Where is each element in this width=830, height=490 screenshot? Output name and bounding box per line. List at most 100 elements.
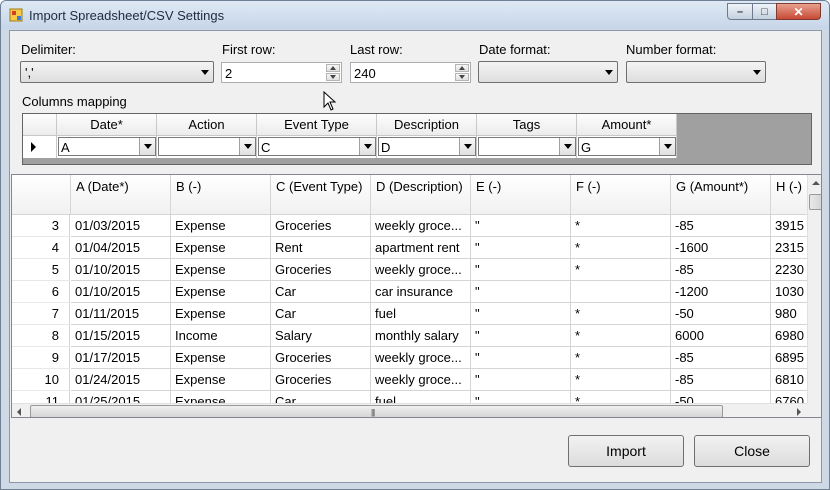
table-cell[interactable]: " (471, 215, 571, 237)
table-cell[interactable]: " (471, 347, 571, 369)
scroll-right-icon[interactable] (790, 404, 807, 417)
table-cell[interactable]: Groceries (271, 347, 371, 369)
table-cell[interactable]: Expense (171, 215, 271, 237)
maximize-button[interactable]: □ (752, 3, 777, 20)
table-cell[interactable]: " (471, 303, 571, 325)
table-cell[interactable]: 01/10/2015 (71, 259, 171, 281)
table-cell[interactable]: Income (171, 325, 271, 347)
first-row-stepper[interactable]: 2 (221, 62, 342, 83)
table-cell[interactable]: * (571, 303, 671, 325)
description-column-select[interactable]: D (378, 137, 476, 156)
first-row-down-button[interactable] (326, 73, 340, 81)
title-bar[interactable]: Import Spreadsheet/CSV Settings – □ ✕ (1, 1, 829, 29)
table-cell[interactable]: " (471, 259, 571, 281)
table-cell[interactable]: Expense (171, 369, 271, 391)
row-number[interactable]: 6 (12, 281, 70, 303)
table-cell[interactable]: -85 (671, 369, 771, 391)
date-format-select[interactable] (478, 61, 618, 83)
table-cell[interactable]: 6810 (771, 369, 811, 391)
minimize-button[interactable]: – (727, 3, 753, 20)
table-row[interactable]: 4 01/04/2015 Expense Rent apartment rent " * -1… (12, 237, 811, 259)
table-cell[interactable]: -85 (671, 259, 771, 281)
table-cell[interactable]: 01/15/2015 (71, 325, 171, 347)
chevron-down-icon[interactable] (359, 138, 375, 155)
row-number[interactable]: 7 (12, 303, 70, 325)
table-cell[interactable]: weekly groce... (371, 369, 471, 391)
table-cell[interactable]: * (571, 237, 671, 259)
table-cell[interactable]: Groceries (271, 259, 371, 281)
table-cell[interactable]: * (571, 369, 671, 391)
mapping-row-header[interactable] (23, 136, 57, 158)
table-cell[interactable]: 01/03/2015 (71, 215, 171, 237)
import-button[interactable]: Import (568, 435, 684, 467)
preview-header-f[interactable]: F (-) (571, 175, 671, 215)
row-number[interactable]: 5 (12, 259, 70, 281)
amount-column-select[interactable]: G (578, 137, 676, 156)
table-cell[interactable]: 6980 (771, 325, 811, 347)
scroll-up-icon[interactable] (808, 175, 821, 192)
table-cell[interactable]: 2230 (771, 259, 811, 281)
table-cell[interactable]: 01/11/2015 (71, 303, 171, 325)
close-button[interactable]: Close (694, 435, 810, 467)
preview-header-d[interactable]: D (Description) (371, 175, 471, 215)
table-cell[interactable]: 1030 (771, 281, 811, 303)
table-row[interactable]: 5 01/10/2015 Expense Groceries weekly groce.… (12, 259, 811, 281)
table-cell[interactable]: * (571, 259, 671, 281)
table-cell[interactable]: monthly salary (371, 325, 471, 347)
table-cell[interactable]: * (571, 325, 671, 347)
table-cell[interactable]: Expense (171, 237, 271, 259)
table-cell[interactable]: -85 (671, 215, 771, 237)
table-cell[interactable]: -50 (671, 303, 771, 325)
table-cell[interactable]: fuel (371, 303, 471, 325)
table-cell[interactable]: Expense (171, 281, 271, 303)
first-row-up-button[interactable] (326, 64, 340, 72)
chevron-down-icon[interactable] (239, 138, 255, 155)
table-cell[interactable]: " (471, 281, 571, 303)
table-cell[interactable]: weekly groce... (371, 259, 471, 281)
last-row-down-button[interactable] (455, 73, 469, 81)
table-row[interactable]: 9 01/17/2015 Expense Groceries weekly groce.… (12, 347, 811, 369)
table-cell[interactable]: weekly groce... (371, 347, 471, 369)
table-cell[interactable]: apartment rent (371, 237, 471, 259)
last-row-stepper[interactable]: 240 (350, 62, 471, 83)
table-cell[interactable]: " (471, 325, 571, 347)
row-number[interactable]: 8 (12, 325, 70, 347)
preview-header-c[interactable]: C (Event Type) (271, 175, 371, 215)
table-row[interactable]: 3 01/03/2015 Expense Groceries weekly groce.… (12, 215, 811, 237)
chevron-down-icon[interactable] (559, 138, 575, 155)
row-number[interactable]: 10 (12, 369, 70, 391)
table-cell[interactable]: -1200 (671, 281, 771, 303)
table-cell[interactable]: car insurance (371, 281, 471, 303)
table-cell[interactable]: 3915 (771, 215, 811, 237)
chevron-down-icon[interactable] (659, 138, 675, 155)
preview-header-h[interactable]: H (-) (771, 175, 811, 215)
table-cell[interactable]: 01/24/2015 (71, 369, 171, 391)
chevron-down-icon[interactable] (139, 138, 155, 155)
row-number[interactable]: 4 (12, 237, 70, 259)
table-cell[interactable]: * (571, 347, 671, 369)
table-cell[interactable]: 01/04/2015 (71, 237, 171, 259)
event-type-column-select[interactable]: C (258, 137, 376, 156)
action-column-select[interactable] (158, 137, 256, 156)
table-cell[interactable]: Rent (271, 237, 371, 259)
horizontal-scrollbar[interactable]: ||| (12, 403, 807, 417)
table-cell[interactable]: 6000 (671, 325, 771, 347)
close-window-button[interactable]: ✕ (776, 3, 821, 20)
table-cell[interactable]: " (471, 237, 571, 259)
preview-header-b[interactable]: B (-) (171, 175, 271, 215)
table-cell[interactable]: -85 (671, 347, 771, 369)
table-cell[interactable]: Car (271, 303, 371, 325)
preview-header-g[interactable]: G (Amount*) (671, 175, 771, 215)
table-cell[interactable]: -1600 (671, 237, 771, 259)
last-row-up-button[interactable] (455, 64, 469, 72)
table-row[interactable]: 6 01/10/2015 Expense Car car insurance " -1200… (12, 281, 811, 303)
table-cell[interactable]: Expense (171, 347, 271, 369)
table-row[interactable]: 7 01/11/2015 Expense Car fuel " * -50 980 (12, 303, 811, 325)
table-cell[interactable]: * (571, 215, 671, 237)
table-cell[interactable]: 980 (771, 303, 811, 325)
date-column-select[interactable]: A (58, 137, 156, 156)
table-cell[interactable]: 01/10/2015 (71, 281, 171, 303)
scroll-left-icon[interactable] (12, 404, 29, 417)
tags-column-select[interactable] (478, 137, 576, 156)
table-cell[interactable]: 01/17/2015 (71, 347, 171, 369)
